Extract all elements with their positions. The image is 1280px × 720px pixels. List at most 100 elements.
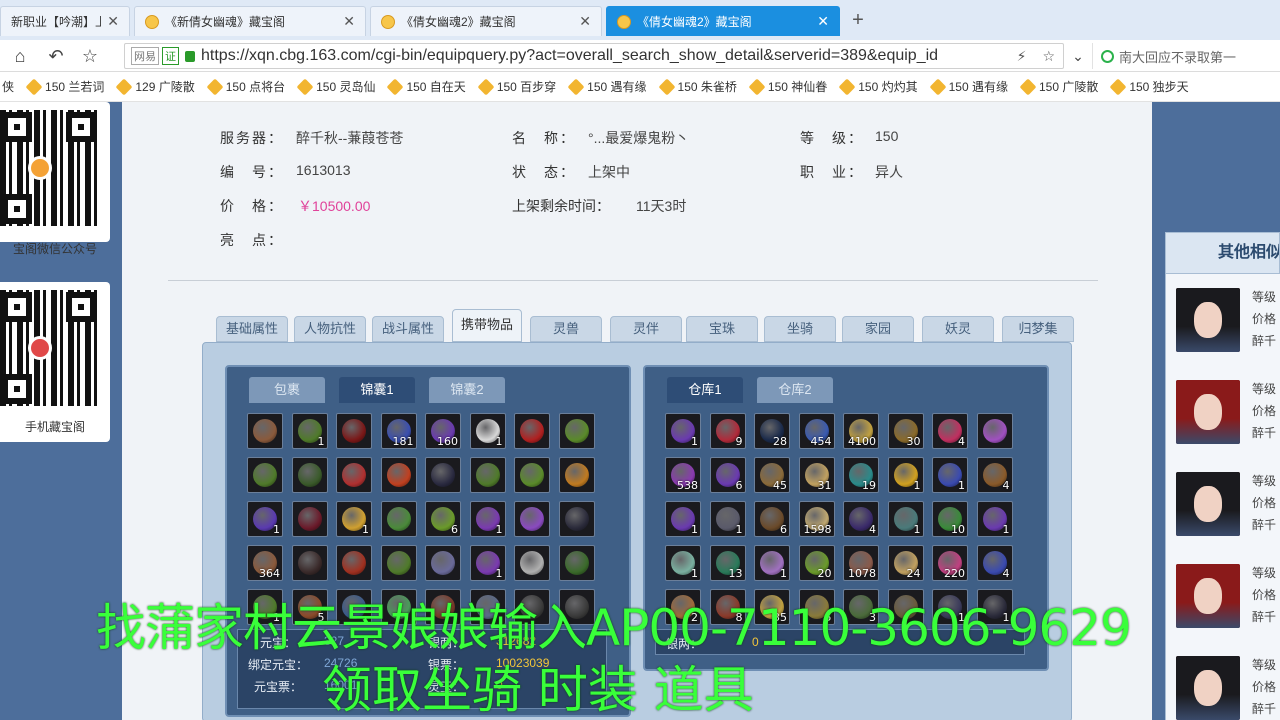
bookmark-item[interactable]: 150 兰若词 bbox=[25, 78, 104, 95]
item-slot[interactable]: 1 bbox=[291, 413, 328, 449]
item-slot[interactable]: 1 bbox=[976, 501, 1013, 537]
item-slot[interactable] bbox=[558, 457, 595, 493]
item-slot[interactable]: 1 bbox=[887, 501, 924, 537]
bookmark-item[interactable]: 150 灵岛仙 bbox=[296, 78, 375, 95]
item-slot[interactable]: 1078 bbox=[843, 545, 879, 581]
home-icon[interactable]: ⌂ bbox=[8, 44, 32, 68]
item-slot[interactable]: 1 bbox=[665, 545, 701, 581]
item-slot[interactable]: 1 bbox=[469, 545, 506, 581]
search-suggestion[interactable]: 南大回应不录取第一 bbox=[1119, 47, 1236, 66]
bookmark-item[interactable]: 150 朱雀桥 bbox=[658, 78, 737, 95]
item-slot[interactable]: 9 bbox=[709, 413, 746, 449]
item-slot[interactable]: 1 bbox=[754, 545, 790, 581]
search-field[interactable]: 南大回应不录取第一 bbox=[1092, 43, 1280, 69]
item-slot[interactable]: 45 bbox=[754, 457, 790, 493]
character-portrait[interactable] bbox=[1176, 380, 1240, 444]
item-slot[interactable]: 4 bbox=[932, 413, 968, 449]
bookmark-item[interactable]: 129 广陵散 bbox=[115, 78, 195, 95]
url-text[interactable]: https://xqn.cbg.163.com/cgi-bin/equipque… bbox=[201, 47, 1009, 65]
browser-tab-2[interactable]: 《新倩女幽魂》藏宝阁 ✕ bbox=[134, 6, 366, 36]
item-slot[interactable] bbox=[514, 545, 550, 581]
tab-pouch-2[interactable]: 锦囊2 bbox=[429, 377, 505, 403]
similar-item[interactable]: 等级 价格 醉千 bbox=[1166, 564, 1280, 644]
character-portrait[interactable] bbox=[1176, 564, 1240, 628]
item-slot[interactable]: 1598 bbox=[798, 501, 835, 537]
item-slot[interactable] bbox=[558, 545, 595, 581]
item-slot[interactable]: 6 bbox=[425, 501, 461, 537]
item-slot[interactable] bbox=[380, 545, 417, 581]
item-slot[interactable]: 24 bbox=[887, 545, 924, 581]
flash-icon[interactable]: ⚡ bbox=[1017, 48, 1027, 65]
bookmark-item[interactable]: 侠 bbox=[2, 78, 14, 95]
similar-item[interactable]: 等级 价格 醉千 bbox=[1166, 380, 1280, 460]
similar-item[interactable]: 等级 价格 醉千 bbox=[1166, 288, 1280, 368]
close-icon[interactable]: ✕ bbox=[343, 13, 355, 30]
item-slot[interactable]: 31 bbox=[798, 457, 835, 493]
item-slot[interactable]: 181 bbox=[380, 413, 417, 449]
category-tab[interactable]: 灵伴 bbox=[610, 316, 682, 342]
bookmark-item[interactable]: 150 遇有缘 bbox=[567, 78, 647, 95]
item-slot[interactable]: 538 bbox=[665, 457, 701, 493]
item-slot[interactable]: 1 bbox=[932, 457, 968, 493]
item-slot[interactable]: 1 bbox=[709, 501, 746, 537]
item-slot[interactable] bbox=[558, 413, 595, 449]
item-slot[interactable] bbox=[514, 413, 550, 449]
item-slot[interactable] bbox=[514, 457, 550, 493]
bookmark-item[interactable]: 150 点将台 bbox=[206, 78, 285, 95]
browser-tab-1[interactable]: 新职业【吟潮】上 ✕ bbox=[0, 6, 130, 36]
item-slot[interactable] bbox=[291, 501, 328, 537]
item-slot[interactable]: 4 bbox=[976, 457, 1013, 493]
item-slot[interactable] bbox=[380, 501, 417, 537]
item-slot[interactable]: 28 bbox=[754, 413, 790, 449]
item-slot[interactable]: 220 bbox=[932, 545, 968, 581]
item-slot[interactable]: 1 bbox=[469, 501, 506, 537]
item-slot[interactable] bbox=[336, 545, 372, 581]
item-slot[interactable]: 160 bbox=[425, 413, 461, 449]
similar-item[interactable]: 等级 价格 醉千 bbox=[1166, 656, 1280, 720]
tab-warehouse-2[interactable]: 仓库2 bbox=[757, 377, 833, 403]
item-slot[interactable] bbox=[976, 413, 1013, 449]
item-slot[interactable] bbox=[291, 457, 328, 493]
item-slot[interactable]: 1 bbox=[247, 501, 283, 537]
item-slot[interactable]: 364 bbox=[247, 545, 283, 581]
item-slot[interactable] bbox=[425, 457, 461, 493]
item-slot[interactable]: 1 bbox=[469, 413, 506, 449]
character-portrait[interactable] bbox=[1176, 472, 1240, 536]
category-tab[interactable]: 人物抗性 bbox=[294, 316, 366, 342]
bookmark-item[interactable]: 150 广陵散 bbox=[1019, 78, 1098, 95]
character-portrait[interactable] bbox=[1176, 288, 1240, 352]
item-slot[interactable]: 20 bbox=[798, 545, 835, 581]
item-slot[interactable]: 454 bbox=[798, 413, 835, 449]
category-tab[interactable]: 战斗属性 bbox=[372, 316, 444, 342]
bookmark-star-icon[interactable]: ☆ bbox=[78, 44, 102, 68]
tab-bag[interactable]: 包裹 bbox=[249, 377, 325, 403]
browser-tab-3[interactable]: 《倩女幽魂2》藏宝阁 ✕ bbox=[370, 6, 602, 36]
bookmark-item[interactable]: 150 百步穿 bbox=[477, 78, 556, 95]
category-tab[interactable]: 归梦集 bbox=[1002, 316, 1074, 342]
close-icon[interactable]: ✕ bbox=[107, 13, 119, 30]
bookmark-item[interactable]: 150 神仙眷 bbox=[748, 78, 827, 95]
item-slot[interactable] bbox=[469, 457, 506, 493]
bookmark-item[interactable]: 150 自在天 bbox=[386, 78, 466, 95]
category-tab[interactable]: 灵兽 bbox=[530, 316, 602, 342]
item-slot[interactable]: 4 bbox=[976, 545, 1013, 581]
item-slot[interactable]: 6 bbox=[754, 501, 790, 537]
close-icon[interactable]: ✕ bbox=[817, 13, 829, 30]
category-tab[interactable]: 携带物品 bbox=[452, 309, 522, 342]
character-portrait[interactable] bbox=[1176, 656, 1240, 720]
close-icon[interactable]: ✕ bbox=[579, 13, 591, 30]
item-slot[interactable]: 1 bbox=[665, 413, 701, 449]
item-slot[interactable]: 19 bbox=[843, 457, 879, 493]
item-slot[interactable] bbox=[425, 545, 461, 581]
chevron-down-icon[interactable]: ⌄ bbox=[1066, 44, 1090, 68]
item-slot[interactable]: 10 bbox=[932, 501, 968, 537]
star-icon[interactable]: ☆ bbox=[1042, 48, 1055, 65]
item-slot[interactable]: 13 bbox=[709, 545, 746, 581]
item-slot[interactable]: 1 bbox=[336, 501, 372, 537]
url-field[interactable]: 网易 证 https://xqn.cbg.163.com/cgi-bin/equ… bbox=[124, 43, 1064, 69]
item-slot[interactable]: 1 bbox=[887, 457, 924, 493]
back-icon[interactable]: ↶ bbox=[44, 44, 68, 68]
item-slot[interactable] bbox=[247, 457, 283, 493]
similar-item[interactable]: 等级 价格 醉千 bbox=[1166, 472, 1280, 552]
tab-pouch-1[interactable]: 锦囊1 bbox=[339, 377, 415, 403]
